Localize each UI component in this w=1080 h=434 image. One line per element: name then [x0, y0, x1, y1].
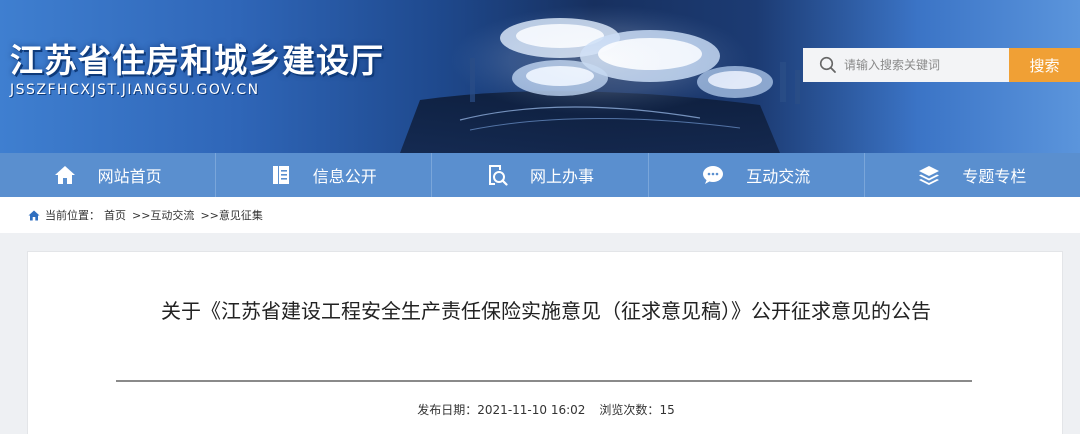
title-divider — [116, 380, 972, 382]
nav-item-label: 互动交流 — [746, 167, 811, 186]
views-count: 15 — [659, 403, 675, 417]
chat-bubble-icon — [703, 166, 724, 184]
search-document-icon — [489, 165, 508, 186]
breadcrumb: 当前位置： 首页 >>互动交流 >>意见征集 — [0, 197, 1080, 233]
breadcrumb-link-home[interactable]: 首页 — [104, 207, 126, 223]
site-title: 江苏省住房和城乡建设厅 — [10, 41, 384, 80]
document-icon — [272, 166, 289, 184]
nav-item-label: 专题专栏 — [962, 167, 1027, 186]
nav-item-home[interactable]: 网站首页 — [0, 153, 217, 197]
search-box[interactable] — [803, 48, 1010, 82]
search-input[interactable] — [844, 58, 1010, 72]
nav-item-info-disclosure[interactable]: 信息公开 — [216, 153, 433, 197]
publish-date-label: 发布日期： — [417, 403, 478, 417]
breadcrumb-link-opinion-collection[interactable]: >>意见征集 — [200, 207, 262, 223]
home-icon — [28, 210, 40, 220]
breadcrumb-link-interaction[interactable]: >>互动交流 — [132, 207, 194, 223]
site-header: 江苏省住房和城乡建设厅 JSSZFHCXJST.JIANGSU.GOV.CN 搜… — [0, 0, 1080, 153]
publish-date: 2021-11-10 16:02 — [477, 403, 586, 417]
layers-icon — [919, 166, 940, 185]
article-title: 关于《江苏省建设工程安全生产责任保险实施意见（征求意见稿）》公开征求意见的公告 — [161, 299, 931, 323]
nav-item-interaction[interactable]: 互动交流 — [649, 153, 865, 197]
site-domain: JSSZFHCXJST.JIANGSU.GOV.CN — [10, 82, 260, 98]
main-nav: 网站首页 信息公开 网上办事 互动交流 专题专栏 — [0, 153, 1080, 197]
home-icon — [54, 166, 75, 184]
views-label: 浏览次数： — [599, 403, 660, 417]
search-icon — [819, 56, 836, 73]
nav-item-label: 网上办事 — [530, 167, 595, 186]
search-button[interactable]: 搜索 — [1009, 48, 1080, 82]
nav-item-label: 网站首页 — [97, 167, 162, 186]
nav-item-label: 信息公开 — [312, 167, 377, 186]
nav-item-online-services[interactable]: 网上办事 — [432, 153, 649, 197]
nav-item-special-topics[interactable]: 专题专栏 — [865, 153, 1080, 197]
article-meta: 发布日期：2021-11-10 16:02 浏览次数：15 — [28, 401, 1064, 418]
breadcrumb-prefix: 当前位置： — [45, 209, 100, 222]
article-card: 关于《江苏省建设工程安全生产责任保险实施意见（征求意见稿）》公开征求意见的公告 … — [27, 251, 1063, 434]
